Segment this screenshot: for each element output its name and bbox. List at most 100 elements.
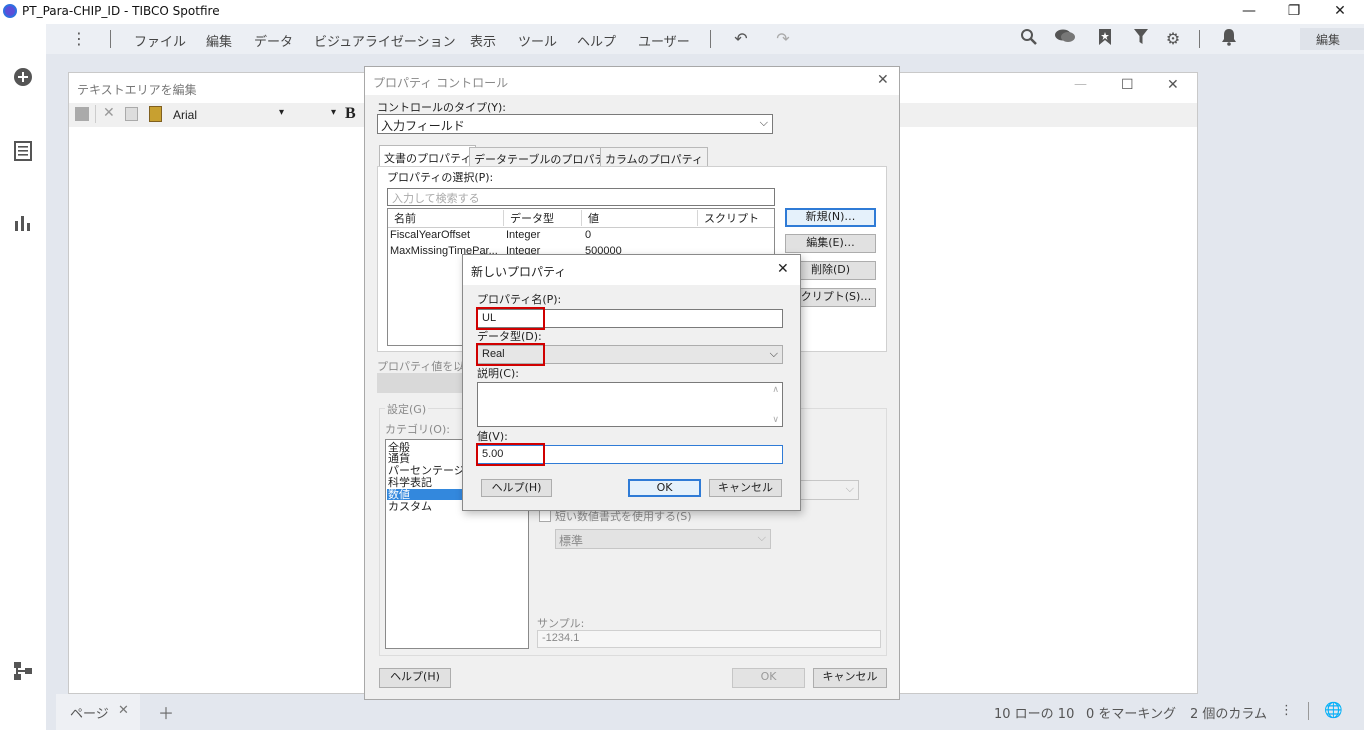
value-source-label: プロパティ値を以下 [377, 360, 476, 373]
edit-mode-dropdown[interactable]: 編集 ⌄ [1300, 28, 1364, 50]
edit-mode-label: 編集 [1316, 33, 1341, 47]
category-item[interactable]: カスタム [388, 501, 432, 512]
page-tab[interactable]: ページ ✕ [56, 694, 140, 730]
close-window-button[interactable]: ✕ [1317, 0, 1363, 24]
close-icon[interactable]: ✕ [777, 261, 789, 277]
font-dropdown-arrow-icon[interactable]: ▾ [279, 107, 284, 118]
left-rail [0, 24, 46, 730]
tab-document-properties[interactable]: 文書のプロパティ [379, 145, 477, 167]
data-panel-icon[interactable] [12, 140, 34, 162]
short-number-checkbox[interactable] [539, 510, 551, 522]
column-header-script[interactable]: スクリプト [698, 210, 774, 226]
new-property-titlebar: 新しいプロパティ ✕ [463, 255, 800, 285]
more-menu-icon[interactable]: ⋮ [68, 28, 90, 50]
select-property-label: プロパティの選択(P): [387, 171, 494, 184]
category-item[interactable]: パーセンテージ [388, 465, 465, 476]
redo-icon[interactable]: ↷ [772, 28, 794, 50]
bookmark-icon[interactable] [1094, 28, 1116, 50]
category-item[interactable]: 科学表記 [388, 477, 432, 488]
status-more-icon[interactable]: ⋮ [1280, 703, 1293, 718]
cancel-button[interactable]: キャンセル [709, 479, 782, 497]
bold-button[interactable]: B [345, 105, 356, 123]
property-search-input[interactable]: 入力して検索する [387, 188, 775, 206]
restore-button[interactable]: ❐ [1271, 0, 1317, 24]
row-count: 10 ローの 10 [994, 707, 1075, 722]
tab-data-table-properties[interactable]: データテーブルのプロパティ [469, 147, 621, 167]
control-type-label: コントロールのタイプ(Y): [377, 101, 507, 114]
control-type-value: 入力フィールド [381, 119, 465, 133]
add-icon[interactable] [12, 66, 34, 88]
menu-visualization[interactable]: ビジュアライゼーション [314, 31, 456, 50]
menu-view[interactable]: 表示 [470, 31, 496, 50]
menu-separator [1199, 30, 1200, 48]
sample-label: サンプル: [537, 617, 585, 630]
scroll-down-icon[interactable]: ∨ [772, 415, 779, 425]
marking-count: 0 をマーキング [1086, 707, 1177, 722]
paste-icon[interactable] [149, 106, 162, 122]
close-icon[interactable]: ✕ [1167, 77, 1179, 93]
column-header-type[interactable]: データ型 [504, 210, 582, 226]
row-value: 0 [585, 229, 592, 241]
highlight-box [476, 343, 545, 366]
search-placeholder: 入力して検索する [392, 193, 480, 205]
menu-data[interactable]: データ [254, 31, 293, 50]
sample-field: -1234.1 [537, 630, 881, 648]
column-header-value[interactable]: 値 [582, 210, 698, 226]
minimize-icon[interactable]: — [1074, 77, 1087, 92]
undo-icon[interactable]: ↶ [730, 28, 752, 50]
globe-icon[interactable]: 🌐 [1324, 701, 1343, 719]
font-name[interactable]: Arial [173, 108, 197, 122]
control-type-select[interactable]: 入力フィールド ⌵ [377, 114, 773, 134]
menu-user[interactable]: ユーザー [638, 31, 690, 50]
row-name[interactable]: FiscalYearOffset [390, 229, 470, 241]
minimize-button[interactable]: — [1226, 0, 1272, 24]
add-page-icon[interactable]: ＋ [158, 700, 174, 724]
description-label: 説明(C): [477, 367, 519, 380]
window-title-bar: PT_Para-CHIP_ID - TIBCO Spotfire — ❐ ✕ [0, 0, 1364, 24]
tab-column-properties[interactable]: カラムのプロパティ [600, 147, 709, 167]
menu-edit[interactable]: 編集 [206, 31, 232, 50]
cut-icon[interactable]: ✕ [103, 105, 115, 121]
column-count: 2 個のカラム [1190, 707, 1268, 722]
close-icon[interactable]: ✕ [877, 72, 889, 88]
size-dropdown-arrow-icon[interactable]: ▾ [331, 107, 336, 118]
help-button[interactable]: ヘルプ(H) [481, 479, 552, 497]
description-textarea[interactable]: ∧ ∨ [477, 382, 783, 427]
scroll-up-icon[interactable]: ∧ [772, 385, 779, 395]
maximize-icon[interactable]: ☐ [1121, 77, 1134, 93]
menu-tools[interactable]: ツール [518, 31, 557, 50]
chevron-down-icon: ⌵ [845, 482, 854, 495]
value-label: 値(V): [477, 430, 508, 443]
chevron-down-icon: ⌵ [757, 531, 766, 544]
copy-icon[interactable] [125, 107, 138, 121]
search-icon[interactable] [1018, 28, 1040, 50]
window-title: PT_Para-CHIP_ID - TIBCO Spotfire [22, 4, 220, 18]
cancel-button[interactable]: キャンセル [813, 668, 887, 688]
visualization-icon[interactable] [12, 212, 34, 234]
short-number-select[interactable]: 標準 ⌵ [555, 529, 771, 549]
filter-icon[interactable] [1130, 28, 1152, 50]
close-tab-icon[interactable]: ✕ [118, 703, 129, 718]
menu-help[interactable]: ヘルプ [577, 31, 616, 50]
new-property-button[interactable]: 新規(N)… [785, 208, 876, 227]
settings-gear-icon[interactable]: ⚙ [1162, 28, 1184, 50]
chevron-down-icon: ⌵ [759, 116, 768, 129]
ok-button[interactable]: OK [628, 479, 701, 497]
property-dialog-title: プロパティ コントロール [373, 76, 509, 90]
highlight-box [476, 307, 545, 330]
category-item[interactable]: 通貨 [388, 453, 410, 464]
value-source-select[interactable] [377, 373, 473, 393]
status-separator [1308, 702, 1309, 720]
edit-property-button[interactable]: 編集(E)… [785, 234, 876, 253]
notification-bell-icon[interactable] [1218, 28, 1240, 50]
menu-file[interactable]: ファイル [134, 31, 186, 50]
collaboration-icon[interactable] [1054, 28, 1076, 50]
ok-button[interactable]: OK [732, 668, 805, 688]
save-icon[interactable] [75, 107, 89, 121]
column-header-name[interactable]: 名前 [388, 210, 504, 226]
hierarchy-icon[interactable] [12, 660, 34, 682]
toolbar-separator [95, 105, 96, 123]
category-item-selected[interactable]: 数値 [388, 489, 410, 500]
row-type: Integer [506, 229, 541, 241]
help-button[interactable]: ヘルプ(H) [379, 668, 451, 688]
